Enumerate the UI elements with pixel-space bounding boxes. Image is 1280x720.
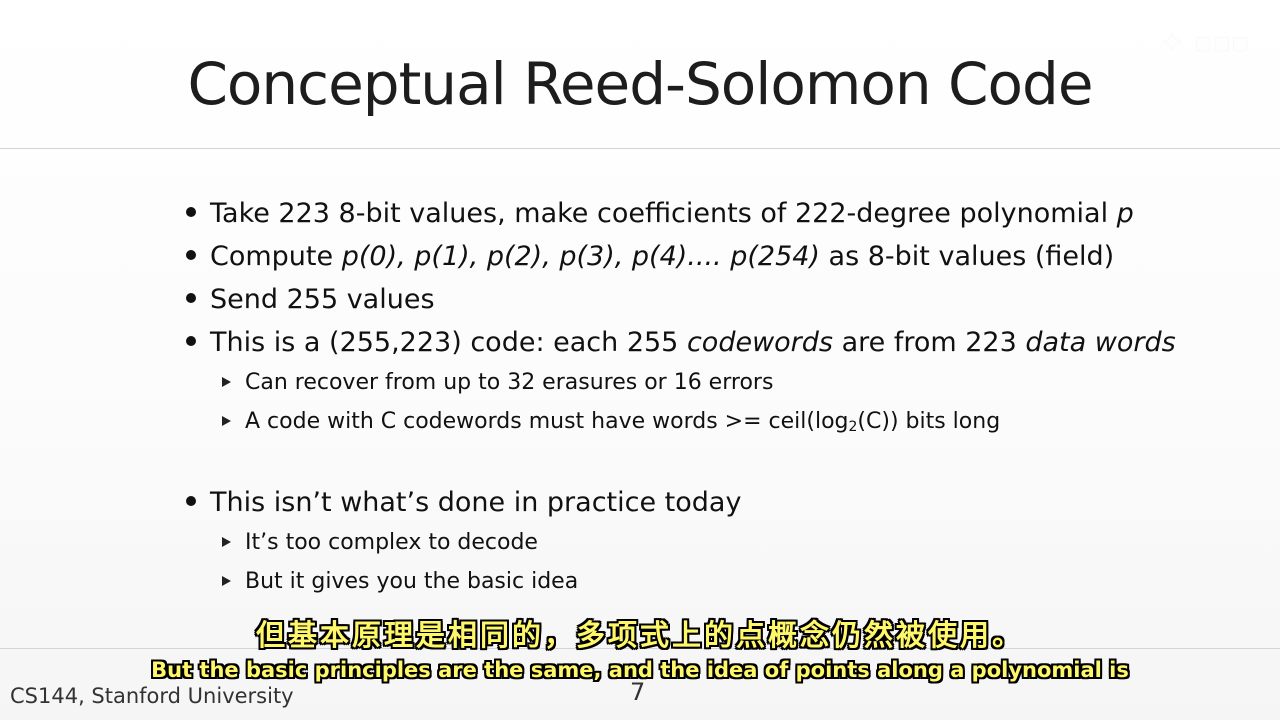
subtitle-english: But the basic principles are the same, a…: [151, 658, 1129, 682]
triangle-bullet-icon: [222, 416, 231, 426]
divider: [0, 148, 1280, 149]
text-run: Take 223 8-bit values, make coefficients…: [210, 198, 1117, 229]
page-number: 7: [630, 678, 646, 706]
text-run: Compute: [210, 241, 342, 272]
bullet-item: Take 223 8-bit values, make coefficients…: [186, 198, 1134, 229]
sub-bullet-item: A code with C codewords must have words …: [222, 409, 1000, 435]
bullet-dot-icon: [186, 249, 196, 260]
italic-text: codewords: [686, 327, 833, 358]
italic-text: p: [1116, 198, 1134, 229]
text-run: This is a (255,223) code: each 255: [210, 327, 687, 358]
bullet-item: This is a (255,223) code: each 255 codew…: [186, 327, 1176, 358]
bullet-item: This isn’t what’s done in practice today: [186, 487, 741, 518]
italic-text: data words: [1025, 327, 1176, 358]
sub-bullet-item: Can recover from up to 32 erasures or 16…: [222, 370, 773, 395]
italic-text: p(0), p(1), p(2), p(3), p(4).... p(254): [341, 241, 820, 272]
sub-bullet-item: It’s too complex to decode: [222, 530, 538, 555]
text-run: (C)) bits long: [857, 409, 1001, 434]
text-run: Can recover from up to 32 erasures or 16…: [245, 370, 774, 395]
triangle-bullet-icon: [222, 537, 231, 547]
bullet-dot-icon: [186, 292, 196, 303]
triangle-bullet-icon: [222, 377, 231, 387]
text-run: Send 255 values: [210, 284, 435, 315]
bullet-dot-icon: [186, 495, 196, 506]
sub-bullet-item: But it gives you the basic idea: [222, 569, 578, 594]
text-run: are from 223: [832, 327, 1026, 358]
bullet-item: Compute p(0), p(1), p(2), p(3), p(4)....…: [186, 241, 1114, 272]
footer-course: CS144, Stanford University: [10, 684, 294, 708]
text-run: It’s too complex to decode: [245, 530, 538, 555]
subtitle-chinese: 但基本原理是相同的，多项式上的点概念仍然被使用。: [255, 618, 1024, 652]
bullet-dot-icon: [186, 335, 196, 346]
bullet-item: Send 255 values: [186, 284, 435, 315]
text-run: This isn’t what’s done in practice today: [210, 487, 742, 518]
text-run: A code with C codewords must have words …: [245, 409, 849, 434]
text-run: But it gives you the basic idea: [245, 569, 579, 594]
bullet-dot-icon: [186, 206, 196, 217]
slide-title: Conceptual Reed-Solomon Code: [187, 50, 1093, 118]
triangle-bullet-icon: [222, 576, 231, 586]
text-run: as 8-bit values (field): [819, 241, 1115, 272]
